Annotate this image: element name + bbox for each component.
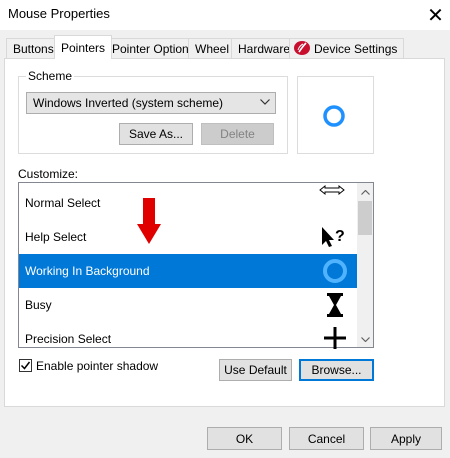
close-button[interactable]: ✕ [421,0,450,30]
scheme-label: Scheme [26,69,75,83]
list-item[interactable]: Help Select [19,220,357,254]
ok-button[interactable]: OK [207,427,282,450]
apply-button[interactable]: Apply [370,427,442,450]
list-item-label: Working In Background [25,264,150,278]
busy-ring-icon [322,258,348,284]
pointer-shadow-label: Enable pointer shadow [36,359,159,373]
device-settings-label: Device Settings [314,42,398,56]
scroll-down-icon[interactable] [357,331,373,347]
list-item-label: Precision Select [25,332,112,346]
hourglass-icon [326,292,344,318]
use-default-button[interactable]: Use Default [219,359,292,381]
list-item-label: Busy [25,298,52,312]
pointer-shadow-checkbox[interactable] [19,359,32,372]
crosshair-icon [324,327,346,349]
tab-pointers[interactable]: Pointers [54,35,113,59]
tab-buttons[interactable]: Buttons [6,38,61,58]
customize-label: Customize: [18,167,79,181]
red-down-arrow-icon [137,198,161,244]
help-select-icon: ? [320,225,348,249]
pointer-arrow-icon [318,183,346,197]
list-item[interactable]: Busy [19,288,357,322]
delete-button[interactable]: Delete [201,123,274,145]
list-item-label: Help Select [25,230,87,244]
tab-hardware[interactable]: Hardware [231,38,298,58]
list-item[interactable]: Normal Select [19,186,357,220]
list-item[interactable]: Precision Select [19,322,357,356]
preview-busy-ring-icon [322,104,346,128]
tab-wheel[interactable]: Wheel [188,38,237,58]
browse-button[interactable]: Browse... [299,359,374,381]
scheme-dropdown[interactable]: Windows Inverted (system scheme) [26,92,276,114]
cancel-button[interactable]: Cancel [289,427,364,450]
save-as-button[interactable]: Save As... [119,123,193,145]
list-item-label: Normal Select [25,196,101,210]
list-item-selected[interactable]: Working In Background [19,254,357,288]
scrollbar-thumb[interactable] [358,201,372,235]
chevron-down-icon[interactable] [258,94,272,110]
scroll-up-icon[interactable] [357,184,373,200]
window-title: Mouse Properties [8,6,110,21]
device-settings-icon [293,40,311,56]
svg-text:?: ? [335,228,345,245]
